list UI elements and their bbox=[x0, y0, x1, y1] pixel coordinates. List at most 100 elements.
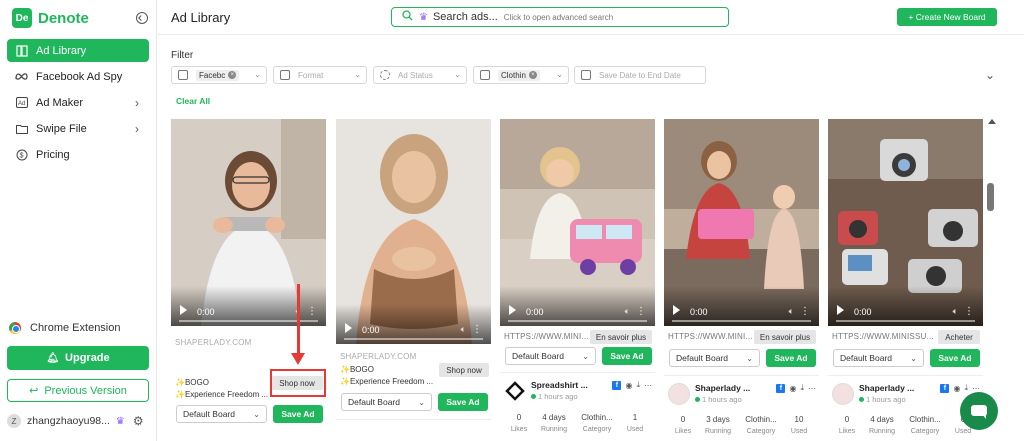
advertiser-logo bbox=[504, 380, 526, 402]
cta-button[interactable]: Acheter bbox=[938, 330, 980, 344]
date-range-filter[interactable]: Save Date to End Date bbox=[574, 66, 706, 84]
brand: De Denote bbox=[12, 8, 148, 28]
volume-icon[interactable]: 🔈︎ bbox=[789, 306, 794, 317]
search-bar[interactable]: ♛ Search ads... Click to open advanced s… bbox=[391, 7, 729, 27]
video-progress-bar[interactable] bbox=[672, 320, 811, 322]
sidebar-item-swipe-file[interactable]: Swipe File › bbox=[7, 117, 149, 140]
scroll-thumb[interactable] bbox=[987, 183, 994, 211]
play-icon[interactable] bbox=[837, 305, 844, 315]
save-ad-button[interactable]: Save Ad bbox=[930, 349, 980, 367]
likes-label: Likes bbox=[838, 428, 856, 435]
advertiser-name[interactable]: Spreadshirt ... bbox=[531, 380, 609, 390]
play-icon[interactable] bbox=[180, 305, 187, 315]
ad-status-filter[interactable]: Ad Status ⌄ bbox=[373, 66, 467, 84]
more-horizontal-icon[interactable]: ⋯ bbox=[808, 384, 816, 393]
volume-icon[interactable]: 🔈︎ bbox=[953, 306, 958, 317]
board-select-value: Default Board bbox=[676, 353, 728, 363]
board-select[interactable]: Default Board ⌄ bbox=[833, 349, 924, 367]
sidebar-item-ad-maker[interactable]: Ad Ad Maker › bbox=[7, 91, 149, 114]
previous-version-label: Previous Version bbox=[44, 384, 127, 397]
create-new-board-button[interactable]: + Create New Board bbox=[897, 8, 997, 26]
clear-all-link[interactable]: Clear All bbox=[176, 96, 210, 106]
platform-filter[interactable]: Facebc × ⌄ bbox=[171, 66, 267, 84]
more-vertical-icon[interactable]: ⋮ bbox=[964, 306, 974, 317]
cta-button[interactable]: Shop now bbox=[439, 363, 489, 377]
save-ad-button[interactable]: Save Ad bbox=[273, 405, 323, 423]
gear-icon[interactable]: ⚙ bbox=[133, 414, 144, 428]
more-vertical-icon[interactable]: ⋮ bbox=[800, 306, 810, 317]
video-progress-bar[interactable] bbox=[836, 320, 975, 322]
collapse-sidebar-icon[interactable] bbox=[136, 12, 148, 24]
category-icon bbox=[480, 70, 490, 80]
more-vertical-icon[interactable]: ⋮ bbox=[472, 324, 482, 335]
sidebar-item-facebook-ad-spy[interactable]: Facebook Ad Spy bbox=[7, 65, 149, 88]
video-progress-bar[interactable] bbox=[508, 320, 647, 322]
eye-icon[interactable]: ◉ bbox=[625, 381, 632, 390]
advertiser-name[interactable]: Shaperlady ... bbox=[695, 383, 773, 393]
cta-button[interactable]: En savoir plus bbox=[590, 330, 652, 344]
sidebar-item-label: Swipe File bbox=[36, 122, 87, 135]
advertiser-name[interactable]: Shaperlady ... bbox=[859, 383, 937, 393]
ad-card: 0:00 🔈︎ ⋮ HTTPS://WWW.MINI... En savoir … bbox=[664, 119, 819, 441]
board-select[interactable]: Default Board ⌄ bbox=[669, 349, 760, 367]
expand-filters-chevron-icon[interactable]: ⌄ bbox=[985, 68, 995, 82]
ad-video[interactable]: 0:00 🔈︎ ⋮ bbox=[500, 119, 655, 326]
sidebar-item-label: Ad Maker bbox=[36, 96, 84, 109]
board-select[interactable]: Default Board ⌄ bbox=[341, 393, 432, 411]
sparkle-icon: ✨ bbox=[340, 365, 350, 374]
ad-video[interactable]: 0:00 🔈︎ ⋮ bbox=[336, 119, 491, 344]
eye-icon[interactable]: ◉ bbox=[789, 384, 796, 393]
crown-icon: ♛ bbox=[419, 11, 428, 23]
save-ad-button[interactable]: Save Ad bbox=[766, 349, 816, 367]
likes-label: Likes bbox=[674, 428, 692, 435]
likes-value: 0 bbox=[844, 415, 850, 424]
remove-chip-icon[interactable]: × bbox=[528, 71, 537, 79]
play-icon[interactable] bbox=[509, 305, 516, 315]
download-icon[interactable]: ⤓ bbox=[800, 383, 804, 393]
previous-version-button[interactable]: ↩ Previous Version bbox=[7, 379, 149, 402]
video-time: 0:00 bbox=[362, 325, 380, 335]
remove-chip-icon[interactable]: × bbox=[228, 71, 237, 79]
chat-support-button[interactable] bbox=[960, 392, 998, 430]
ad-icon: Ad bbox=[15, 96, 28, 109]
sidebar-item-ad-library[interactable]: Ad Library bbox=[7, 39, 149, 62]
category-filter[interactable]: Clothin × ⌄ bbox=[473, 66, 569, 84]
format-filter[interactable]: Format ⌄ bbox=[273, 66, 367, 84]
more-vertical-icon[interactable]: ⋮ bbox=[307, 306, 317, 317]
save-ad-button[interactable]: Save Ad bbox=[602, 347, 652, 365]
save-ad-button[interactable]: Save Ad bbox=[438, 393, 488, 411]
chrome-extension-link[interactable]: Chrome Extension bbox=[9, 322, 121, 334]
ad-text: BOGO bbox=[349, 365, 374, 374]
ad-video[interactable]: 0:00 🔈︎ ⋮ bbox=[171, 119, 326, 326]
download-icon[interactable]: ⤓ bbox=[636, 380, 640, 390]
divider bbox=[828, 375, 983, 376]
sidebar-item-pricing[interactable]: $ Pricing bbox=[7, 143, 149, 166]
volume-icon[interactable]: 🔈︎ bbox=[461, 324, 466, 335]
play-icon[interactable] bbox=[345, 323, 352, 333]
board-select-value: Default Board bbox=[348, 397, 400, 407]
more-vertical-icon[interactable]: ⋮ bbox=[636, 306, 646, 317]
cta-button[interactable]: En savoir plus bbox=[754, 330, 816, 344]
user-account[interactable]: Z zhangzhaoyu98... ♛ ⚙ bbox=[7, 414, 149, 428]
scroll-up-arrow-icon[interactable] bbox=[988, 119, 996, 124]
ad-domain: SHAPERLADY.COM bbox=[340, 352, 417, 361]
board-select[interactable]: Default Board ⌄ bbox=[176, 405, 267, 423]
sidebar: De Denote Ad Library Facebook Ad Spy Ad … bbox=[0, 0, 157, 441]
ad-text: Experience Freedom ... bbox=[349, 377, 434, 386]
ad-video[interactable]: 0:00 🔈︎ ⋮ bbox=[828, 119, 983, 326]
status-icon bbox=[380, 70, 390, 80]
likes-value: 0 bbox=[516, 413, 522, 422]
ad-stats: 0 4 days Clothin... 6 bbox=[832, 415, 982, 424]
used-value: 1 bbox=[632, 413, 638, 422]
play-icon[interactable] bbox=[673, 305, 680, 315]
eye-icon[interactable]: ◉ bbox=[953, 384, 960, 393]
upgrade-button[interactable]: 🔔︎ Upgrade bbox=[7, 346, 149, 370]
volume-icon[interactable]: 🔈︎ bbox=[625, 306, 630, 317]
board-select-value: Default Board bbox=[183, 409, 235, 419]
download-icon[interactable]: ⤓ bbox=[964, 383, 968, 393]
more-horizontal-icon[interactable]: ⋯ bbox=[644, 381, 652, 390]
ad-video[interactable]: 0:00 🔈︎ ⋮ bbox=[664, 119, 819, 326]
facebook-icon: f bbox=[776, 383, 786, 393]
board-select[interactable]: Default Board ⌄ bbox=[505, 347, 596, 365]
video-progress-bar[interactable] bbox=[344, 338, 483, 340]
